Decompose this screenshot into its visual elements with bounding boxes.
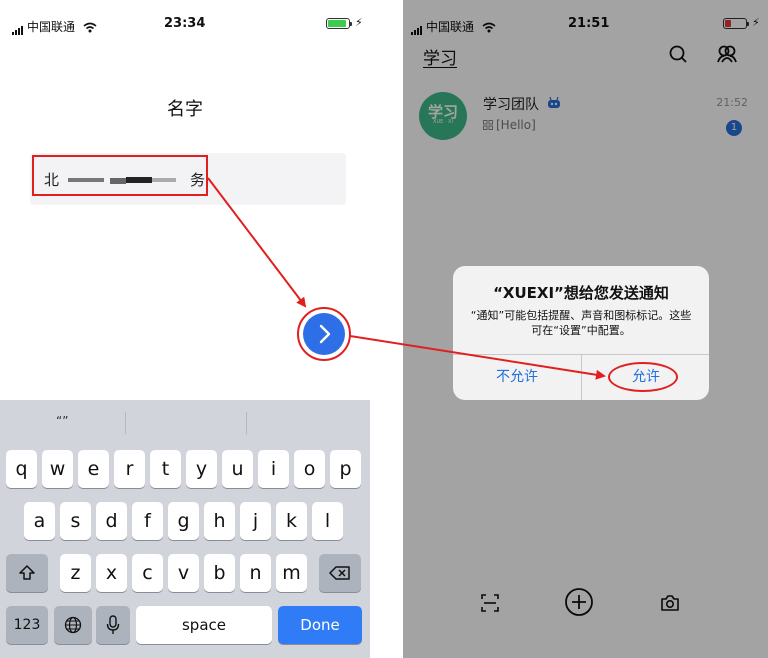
annotation-highlight-oval bbox=[608, 362, 678, 392]
key-t[interactable]: t bbox=[150, 450, 181, 488]
key-w[interactable]: w bbox=[42, 450, 73, 488]
battery-icon bbox=[326, 18, 352, 29]
dialog-title: “XUEXI”想给您发送通知 bbox=[493, 284, 669, 302]
key-g[interactable]: g bbox=[168, 502, 199, 540]
key-k[interactable]: k bbox=[276, 502, 307, 540]
signal-bars-icon bbox=[12, 21, 24, 35]
key-m[interactable]: m bbox=[276, 554, 307, 592]
key-e[interactable]: e bbox=[78, 450, 109, 488]
dialog-message: “通知”可能包括提醒、声音和图标标记。这些可在“设置”中配置。 bbox=[470, 309, 692, 337]
keyboard: “” q w e r t y u i o p a s d f g h j k l… bbox=[0, 400, 370, 658]
carrier-signal: 中国联通 bbox=[12, 18, 97, 35]
chevron-right-icon bbox=[319, 324, 331, 344]
key-b[interactable]: b bbox=[204, 554, 235, 592]
status-time: 23:34 bbox=[164, 16, 206, 31]
space-key[interactable]: space bbox=[136, 606, 272, 644]
suggestion-divider bbox=[246, 412, 247, 434]
deny-button[interactable]: 不允许 bbox=[453, 355, 581, 400]
microphone-icon bbox=[106, 615, 120, 634]
dictation-key[interactable] bbox=[96, 606, 130, 644]
suggestion-bar: “” bbox=[0, 400, 370, 442]
numbers-key[interactable]: 123 bbox=[6, 606, 48, 644]
globe-key[interactable] bbox=[54, 606, 92, 644]
annotation-highlight-box bbox=[32, 155, 208, 196]
key-l[interactable]: l bbox=[312, 502, 343, 540]
key-d[interactable]: d bbox=[96, 502, 127, 540]
key-s[interactable]: s bbox=[60, 502, 91, 540]
notification-permission-dialog: “XUEXI”想给您发送通知 “通知”可能包括提醒、声音和图标标记。这些可在“设… bbox=[453, 266, 709, 400]
key-r[interactable]: r bbox=[114, 450, 145, 488]
page-title: 名字 bbox=[167, 99, 203, 120]
key-j[interactable]: j bbox=[240, 502, 271, 540]
key-p[interactable]: p bbox=[330, 450, 361, 488]
backspace-icon bbox=[329, 566, 350, 580]
shift-key[interactable] bbox=[6, 554, 48, 592]
key-a[interactable]: a bbox=[24, 502, 55, 540]
done-key[interactable]: Done bbox=[278, 606, 362, 644]
right-phone-screen: 中国联通 21:51 ⚡ 学习 学习 XUE · XI 学习团队 [Hello] bbox=[403, 0, 768, 658]
suggestion-item[interactable]: “” bbox=[56, 414, 68, 428]
key-z[interactable]: z bbox=[60, 554, 91, 592]
charging-icon: ⚡ bbox=[355, 16, 363, 29]
key-h[interactable]: h bbox=[204, 502, 235, 540]
carrier-label: 中国联通 bbox=[27, 20, 76, 34]
wifi-icon bbox=[83, 20, 97, 34]
annotation-highlight-circle bbox=[297, 307, 351, 361]
key-x[interactable]: x bbox=[96, 554, 127, 592]
suggestion-divider bbox=[125, 412, 126, 434]
backspace-key[interactable] bbox=[319, 554, 361, 592]
key-c[interactable]: c bbox=[132, 554, 163, 592]
key-u[interactable]: u bbox=[222, 450, 253, 488]
key-i[interactable]: i bbox=[258, 450, 289, 488]
key-y[interactable]: y bbox=[186, 450, 217, 488]
next-button[interactable] bbox=[303, 313, 345, 355]
shift-icon bbox=[19, 565, 35, 580]
key-n[interactable]: n bbox=[240, 554, 271, 592]
globe-icon bbox=[64, 616, 82, 634]
status-bar: 中国联通 23:34 ⚡ bbox=[0, 0, 370, 40]
key-v[interactable]: v bbox=[168, 554, 199, 592]
key-f[interactable]: f bbox=[132, 502, 163, 540]
key-q[interactable]: q bbox=[6, 450, 37, 488]
key-o[interactable]: o bbox=[294, 450, 325, 488]
